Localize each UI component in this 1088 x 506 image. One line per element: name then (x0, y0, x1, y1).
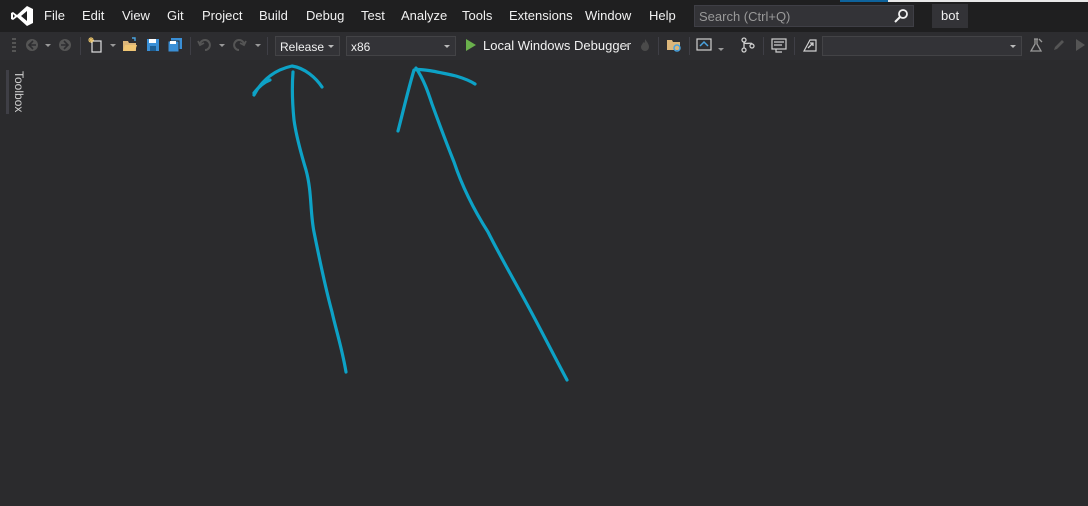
solution-name[interactable]: bot (932, 4, 969, 28)
debug-target-dropdown-caret[interactable] (624, 44, 630, 47)
open-folder-icon[interactable] (122, 37, 138, 53)
save-icon[interactable] (145, 37, 161, 53)
menu-bar: File Edit View Git Project Build Debug T… (0, 0, 1088, 32)
menu-test[interactable]: Test (361, 8, 385, 23)
toolbox-tab-bar (6, 70, 9, 114)
back-icon[interactable] (24, 37, 40, 53)
play-icon (466, 39, 476, 51)
toolbox-label: Toolbox (12, 71, 26, 113)
search-input[interactable] (699, 8, 884, 24)
back-dropdown-caret[interactable] (45, 44, 51, 47)
visual-studio-logo[interactable] (10, 5, 34, 27)
redo-dropdown-caret[interactable] (255, 44, 261, 47)
menu-build[interactable]: Build (259, 8, 288, 23)
forward-icon[interactable] (57, 37, 73, 53)
undo-dropdown-caret[interactable] (219, 44, 225, 47)
toolbar-grip[interactable] (12, 38, 16, 54)
toolbar-separator (190, 37, 191, 55)
menu-analyze[interactable]: Analyze (401, 8, 447, 23)
menu-tools[interactable]: Tools (462, 8, 492, 23)
solution-platform-combo[interactable]: x86 (346, 36, 456, 56)
new-project-icon[interactable] (88, 37, 104, 53)
pencil-icon[interactable] (1051, 37, 1067, 53)
toolbar-separator (658, 37, 659, 55)
menu-file[interactable]: File (44, 8, 65, 23)
menu-git[interactable]: Git (167, 8, 184, 23)
search-box[interactable] (694, 5, 914, 27)
toolbox-tab[interactable]: Toolbox (6, 70, 26, 116)
menu-debug[interactable]: Debug (306, 8, 344, 23)
browse-folder-icon[interactable] (666, 37, 682, 53)
title-accent (840, 0, 888, 2)
menu-edit[interactable]: Edit (82, 8, 104, 23)
new-dropdown-caret[interactable] (110, 44, 116, 47)
publish-icon[interactable] (802, 37, 818, 53)
menu-help[interactable]: Help (649, 8, 676, 23)
live-share-dropdown-caret[interactable] (718, 48, 724, 51)
flask-icon[interactable] (1028, 37, 1044, 53)
chevron-down-icon (328, 45, 334, 48)
chevron-down-icon (444, 45, 450, 48)
toolbar-separator (763, 37, 764, 55)
annotation-arrow-right (396, 66, 569, 382)
annotation-arrow-left (252, 64, 348, 374)
search-icon[interactable] (893, 8, 909, 24)
target-combo[interactable] (822, 36, 1022, 56)
fire-icon[interactable] (637, 37, 653, 53)
menu-extensions[interactable]: Extensions (509, 8, 573, 23)
solution-configuration-value: Release (280, 40, 325, 54)
toolbar-separator (80, 37, 81, 55)
save-all-icon[interactable] (167, 37, 183, 53)
solution-platform-value: x86 (351, 40, 371, 54)
standard-toolbar: Release x86 Local Windows Debugger (0, 32, 1088, 60)
chevron-down-icon (1010, 45, 1016, 48)
menu-view[interactable]: View (122, 8, 150, 23)
play-small-icon[interactable] (1072, 37, 1088, 53)
toolbar-separator (794, 37, 795, 55)
redo-icon[interactable] (231, 37, 247, 53)
toolbar-separator (267, 37, 268, 55)
solution-configuration-combo[interactable]: Release (275, 36, 340, 56)
undo-icon[interactable] (197, 37, 213, 53)
annotation-layer (252, 64, 569, 382)
menu-project[interactable]: Project (202, 8, 242, 23)
live-share-icon[interactable] (696, 37, 712, 53)
menu-window[interactable]: Window (585, 8, 631, 23)
console-icon[interactable] (771, 37, 787, 53)
toolbar-separator (689, 37, 690, 55)
title-accent-light (888, 0, 1088, 2)
start-debugger-label: Local Windows Debugger (483, 38, 632, 53)
git-icon[interactable] (740, 37, 756, 53)
